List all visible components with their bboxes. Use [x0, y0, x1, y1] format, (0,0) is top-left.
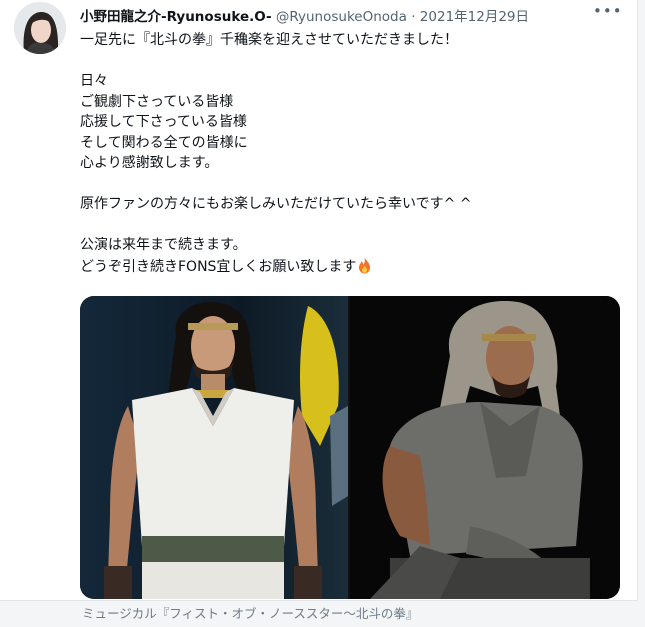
header-separator: · [411, 9, 416, 25]
avatar[interactable] [14, 2, 66, 54]
ellipsis-icon: ••• [593, 2, 623, 20]
photo-grey-costume[interactable] [350, 296, 620, 599]
display-name[interactable]: 小野田龍之介-Ryunosuke.O- [80, 9, 272, 25]
tweet-date[interactable]: 2021年12月29日 [420, 9, 529, 25]
media-caption: ミュージカル『フィスト・オブ・ノーススター～北斗の拳』 [82, 606, 419, 621]
tweet-media [80, 296, 620, 599]
user-handle[interactable]: @RyunosukeOnoda [276, 9, 407, 25]
tweet-header: 小野田龍之介-Ryunosuke.O- @RyunosukeOnoda · 20… [80, 5, 597, 25]
fire-icon [356, 256, 373, 281]
tweet-card: 小野田龍之介-Ryunosuke.O- @RyunosukeOnoda · 20… [0, 0, 638, 621]
more-options-button[interactable]: ••• [593, 2, 622, 22]
photo-white-costume[interactable] [80, 296, 348, 599]
avatar-photo [14, 2, 66, 54]
tweet-text: 一足先に『北斗の拳』千穐楽を迎えさせていただきました！ 日々 ご観劇下さっている… [80, 30, 620, 280]
tweet-body: 一足先に『北斗の拳』千穐楽を迎えさせていただきました！ 日々 ご観劇下さっている… [80, 32, 472, 275]
